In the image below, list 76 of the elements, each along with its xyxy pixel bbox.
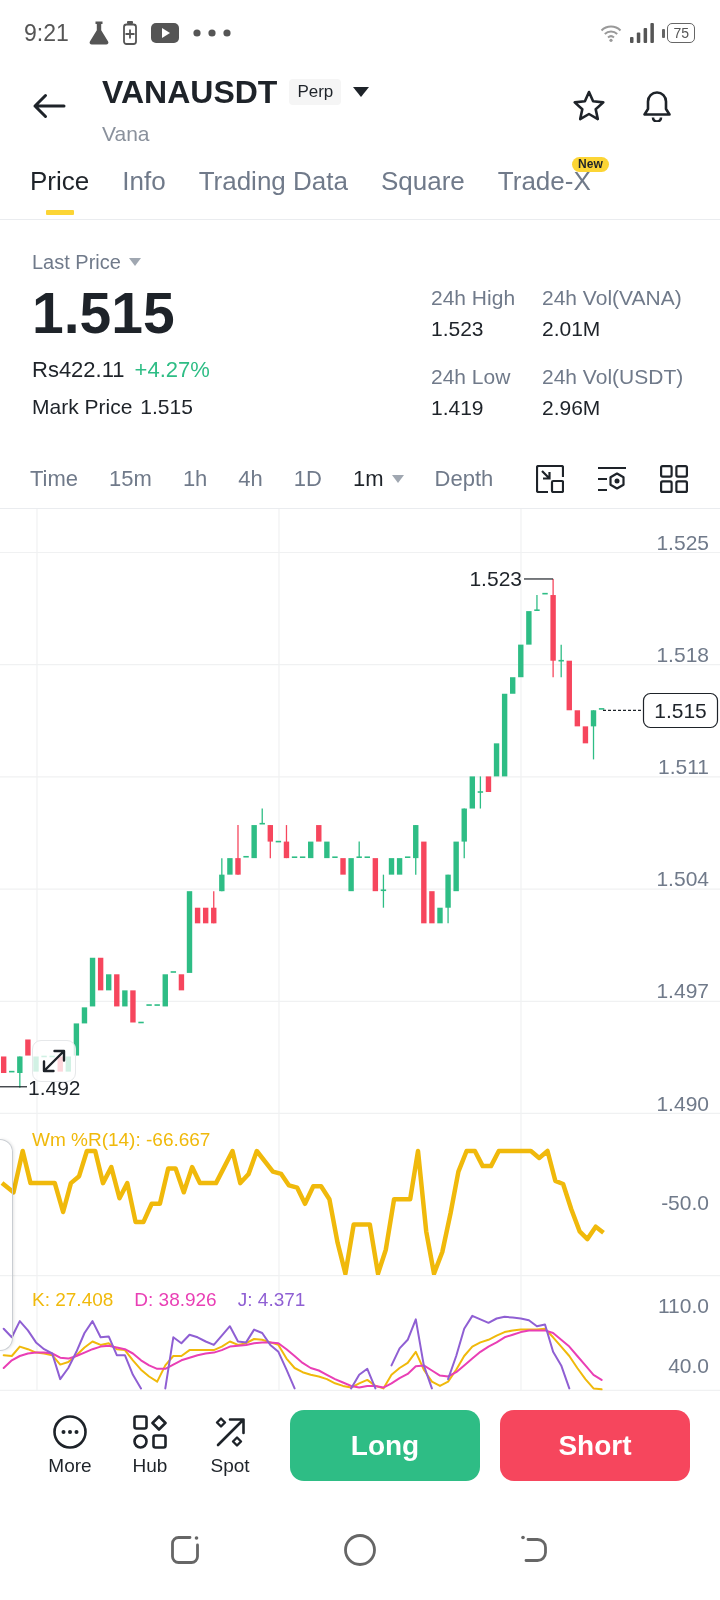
battery-plus-icon — [122, 21, 137, 45]
price-axis-label: 1.497 — [656, 979, 709, 1003]
tab[interactable]: Info — [122, 152, 166, 215]
last-price-tag: 1.515 — [642, 692, 719, 729]
stat-label: 24h Vol(VANA) — [542, 285, 682, 311]
price-axis-label: 1.511 — [658, 754, 709, 778]
indicator-legend: K: 27.408 — [32, 1289, 114, 1310]
last-price: 1.515 — [32, 282, 175, 344]
interval-tab[interactable]: 4h — [238, 466, 263, 492]
high-price-label: 1.523 — [469, 567, 522, 591]
indicator-axis-label: 110.0 — [658, 1294, 709, 1318]
flask-icon — [88, 21, 109, 45]
stat-value: 1.523 — [431, 316, 484, 342]
mark-price-value: 1.515 — [140, 394, 193, 420]
contract-type-tag: Perp — [289, 79, 342, 105]
indicator-legend: D: 38.926 — [134, 1289, 217, 1310]
price-axis-label: 1.518 — [656, 642, 709, 666]
signal-bars-icon — [630, 23, 655, 43]
new-badge: New — [572, 157, 609, 172]
interval-tab[interactable]: 1D — [293, 466, 322, 492]
indicator-axis-label: -50.0 — [661, 1191, 709, 1214]
price-change: +4.27% — [134, 357, 210, 383]
stat-value: 1.419 — [431, 395, 484, 421]
dashed-price-line — [602, 709, 644, 711]
indicator-legend: Wm %R(14): -66.667 — [32, 1129, 211, 1150]
interval-tab[interactable]: 1m — [352, 466, 404, 492]
left-arrow-icon[interactable] — [32, 93, 66, 119]
interval-tab[interactable]: Time — [30, 466, 79, 492]
list-hexagon-icon[interactable] — [597, 465, 627, 493]
stat-value: 2.96M — [542, 395, 601, 421]
stat-value: 2.01M — [542, 316, 601, 342]
arrow-in-box-icon[interactable] — [536, 465, 564, 493]
interval-tab[interactable]: 1h — [182, 466, 208, 492]
interval-tab[interactable]: 15m — [109, 466, 152, 492]
diagonal-arrows-icon — [41, 1048, 67, 1074]
asset-name: Vana — [102, 121, 151, 147]
three-dots-icon — [192, 29, 231, 37]
tab[interactable]: Trading Data — [198, 152, 348, 215]
leader-line — [0, 1086, 28, 1088]
shapes-icon — [133, 1414, 167, 1449]
stat-label: 24h Vol(USDT) — [542, 364, 684, 390]
tab[interactable]: Price — [30, 152, 90, 215]
shortcut-button[interactable]: Spot — [195, 1414, 265, 1477]
indicator-legend: J: 4.371 — [237, 1289, 306, 1310]
short-button[interactable]: Short — [500, 1410, 690, 1481]
low-price-label: 1.492 — [28, 1076, 81, 1100]
battery-indicator: 75 — [662, 23, 695, 43]
star-icon[interactable] — [572, 90, 606, 122]
shortcut-button[interactable]: Hub — [115, 1414, 185, 1477]
stat-label: 24h High — [431, 285, 516, 311]
indicator-axis-label: 40.0 — [668, 1353, 709, 1377]
wifi-icon — [600, 24, 623, 42]
price-type-dropdown[interactable]: Last Price — [32, 250, 141, 274]
long-button[interactable]: Long — [290, 1410, 480, 1481]
circle-icon[interactable] — [344, 1534, 376, 1566]
bell-icon[interactable] — [642, 90, 672, 122]
leader-line — [523, 578, 554, 580]
dots-circle-icon — [53, 1414, 87, 1449]
caret-down-icon — [128, 258, 141, 266]
shortcut-button[interactable]: More — [35, 1414, 105, 1477]
clock-time: 9:21 — [24, 19, 69, 47]
stat-label: 24h Low — [431, 364, 511, 390]
symbol-title: VANAUSDT — [102, 74, 278, 110]
grid-icon[interactable] — [660, 465, 688, 493]
price-axis-label: 1.490 — [656, 1091, 709, 1114]
interval-tab[interactable]: Depth — [434, 466, 494, 492]
fiat-price: Rs422.11 — [32, 357, 125, 383]
mark-price-label: Mark Price — [32, 394, 133, 420]
caret-down-icon[interactable] — [353, 87, 370, 97]
price-axis-label: 1.525 — [656, 530, 709, 554]
arrow-diamonds-icon — [213, 1414, 247, 1449]
expand-button[interactable] — [32, 1040, 76, 1082]
price-axis-label: 1.504 — [656, 867, 709, 891]
video-play-icon — [150, 23, 179, 43]
tab[interactable]: Square — [380, 152, 465, 215]
rounded-square-icon[interactable] — [169, 1534, 201, 1566]
